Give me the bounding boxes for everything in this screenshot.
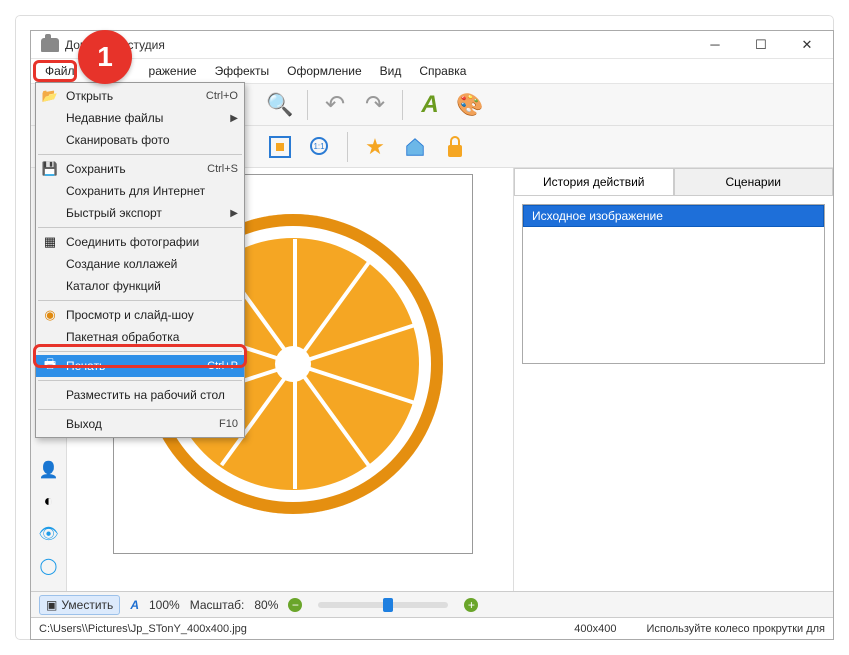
- menu-join-photos[interactable]: ▦ Соединить фотографии: [36, 231, 244, 253]
- menu-slideshow[interactable]: ◉ Просмотр и слайд-шоу: [36, 304, 244, 326]
- actual-size-icon[interactable]: 1:1: [303, 130, 337, 164]
- contrast-tool-icon[interactable]: ◐: [39, 492, 59, 512]
- statusbar-info: C:\Users\\Pictures\Jp_STonY_400x400.jpg …: [31, 617, 833, 639]
- maximize-button[interactable]: ☐: [747, 35, 775, 55]
- zoom-icon[interactable]: 🔍: [263, 88, 297, 122]
- menu-help[interactable]: Справка: [411, 61, 474, 81]
- redo-icon[interactable]: ↷: [358, 88, 392, 122]
- scale-value: 80%: [254, 598, 278, 612]
- menu-view[interactable]: Вид: [372, 61, 410, 81]
- folder-open-icon: 📂: [42, 88, 58, 104]
- menu-batch[interactable]: Пакетная обработка: [36, 326, 244, 348]
- path-label: C:\Users\\Pictures\Jp_STonY_400x400.jpg: [39, 623, 247, 635]
- file-menu-dropdown: 📂 Открыть Ctrl+O Недавние файлы ▶ Сканир…: [35, 82, 245, 438]
- menu-design[interactable]: Оформление: [279, 61, 369, 81]
- menu-print[interactable]: 🖶 Печать Ctrl+P: [36, 355, 244, 377]
- statusbar-zoom: ▣ Уместить A 100% Масштаб: 80% − +: [31, 591, 833, 617]
- menu-file[interactable]: Файл: [37, 61, 83, 81]
- menu-collage[interactable]: Создание коллажей: [36, 253, 244, 275]
- home-icon[interactable]: [398, 130, 432, 164]
- history-list[interactable]: Исходное изображение: [522, 204, 825, 364]
- zoom-in-button[interactable]: +: [464, 598, 478, 612]
- window-title: Домашняя студия: [65, 38, 701, 52]
- lock-icon[interactable]: [438, 130, 472, 164]
- history-item-original[interactable]: Исходное изображение: [523, 205, 824, 227]
- slideshow-icon: ◉: [42, 307, 58, 323]
- menu-quick-export[interactable]: Быстрый экспорт ▶: [36, 202, 244, 224]
- eye-tool-icon[interactable]: 👁: [39, 524, 59, 544]
- tab-history[interactable]: История действий: [514, 168, 674, 195]
- menu-open[interactable]: 📂 Открыть Ctrl+O: [36, 85, 244, 107]
- undo-icon[interactable]: ↶: [318, 88, 352, 122]
- text-a-icon: A: [130, 598, 139, 612]
- right-panel: История действий Сценарии Исходное изобр…: [513, 168, 833, 591]
- panel-tabs: История действий Сценарии: [514, 168, 833, 196]
- menu-image-partial[interactable]: ражение: [141, 61, 205, 81]
- person-tool-icon[interactable]: 👤: [39, 460, 59, 480]
- menu-save-web[interactable]: Сохранить для Интернет: [36, 180, 244, 202]
- menu-scan[interactable]: Сканировать фото: [36, 129, 244, 151]
- svg-text:1:1: 1:1: [313, 142, 325, 151]
- app-icon: [41, 38, 59, 52]
- titlebar: Домашняя студия ─ ☐ ✕: [31, 31, 833, 59]
- menu-catalog[interactable]: Каталог функций: [36, 275, 244, 297]
- fit-screen-icon[interactable]: [263, 130, 297, 164]
- menu-save[interactable]: 💾 Сохранить Ctrl+S: [36, 158, 244, 180]
- zoom-slider[interactable]: [318, 602, 448, 608]
- menu-exit[interactable]: Выход F10: [36, 413, 244, 435]
- grid-icon: ▦: [42, 234, 58, 250]
- menu-recent[interactable]: Недавние файлы ▶: [36, 107, 244, 129]
- tab-scenarios[interactable]: Сценарии: [674, 168, 834, 195]
- ellipse-tool-icon[interactable]: ◯: [39, 556, 59, 576]
- scroll-hint: Используйте колесо прокрутки для: [646, 623, 825, 635]
- printer-icon: 🖶: [42, 358, 58, 374]
- fit-icon: ▣: [46, 598, 57, 612]
- image-dimensions: 400x400: [574, 623, 616, 635]
- fit-label: Уместить: [61, 598, 113, 612]
- star-icon[interactable]: ★: [358, 130, 392, 164]
- minimize-button[interactable]: ─: [701, 35, 729, 55]
- annotation-step-badge: 1: [78, 30, 132, 84]
- save-icon: 💾: [42, 161, 58, 177]
- fit-button[interactable]: ▣ Уместить: [39, 595, 120, 615]
- text-icon[interactable]: A: [413, 88, 447, 122]
- menu-set-desktop[interactable]: Разместить на рабочий стол: [36, 384, 244, 406]
- scale-label: Масштаб:: [190, 598, 245, 612]
- menu-effects[interactable]: Эффекты: [207, 61, 278, 81]
- zoom-out-button[interactable]: −: [288, 598, 302, 612]
- menubar: Файл ражение Эффекты Оформление Вид Спра…: [31, 59, 833, 84]
- zoom-100: 100%: [149, 598, 180, 612]
- palette-icon[interactable]: 🎨: [453, 88, 487, 122]
- close-button[interactable]: ✕: [793, 35, 821, 55]
